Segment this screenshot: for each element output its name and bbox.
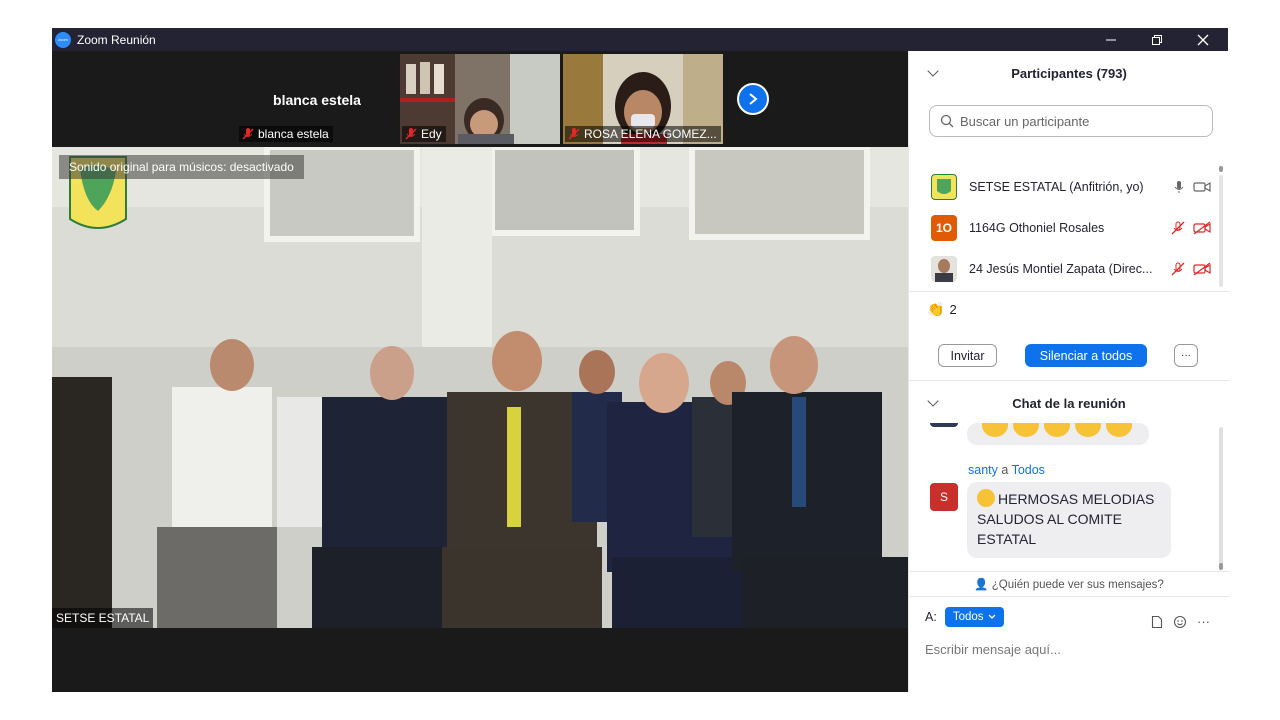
participant-avatar bbox=[931, 256, 957, 282]
participant-avatar bbox=[931, 174, 957, 200]
kissing-emoji-icon bbox=[977, 489, 995, 507]
next-page-button[interactable] bbox=[737, 83, 769, 115]
chat-message-input[interactable]: Escribir mensaje aquí... bbox=[925, 642, 1061, 657]
original-sound-banner: Sonido original para músicos: desactivad… bbox=[59, 155, 304, 179]
invite-button[interactable]: Invitar bbox=[938, 344, 997, 367]
minimize-icon bbox=[1106, 39, 1116, 40]
zoom-window: zoom Zoom Reunión blanca estela blanca e… bbox=[52, 28, 1229, 692]
chevron-down-icon bbox=[988, 614, 995, 619]
speaker-name-label: SETSE ESTATAL bbox=[52, 608, 154, 628]
participant-name: 1164G Othoniel Rosales bbox=[969, 221, 1105, 235]
minimize-button[interactable] bbox=[1088, 28, 1134, 51]
video-area: blanca estela blanca estela Edy ROSA ELE… bbox=[52, 51, 908, 692]
participant-avatar: 1O bbox=[931, 215, 957, 241]
participant-row[interactable]: 1O 1164G Othoniel Rosales bbox=[909, 208, 1221, 248]
participants-scrollbar[interactable] bbox=[1219, 175, 1223, 287]
video-camera-icon[interactable] bbox=[1193, 181, 1211, 193]
title-bar: zoom Zoom Reunión bbox=[52, 28, 1228, 51]
chat-message-bubble bbox=[967, 423, 1149, 445]
video-tile-edy[interactable]: Edy bbox=[400, 54, 560, 144]
participant-photo bbox=[935, 259, 953, 282]
restore-button[interactable] bbox=[1134, 28, 1180, 51]
participant-row[interactable]: SETSE ESTATAL (Anfitrión, yo) bbox=[909, 167, 1221, 207]
speaker-video-feed bbox=[52, 147, 908, 628]
participant-name: 24 Jesús Montiel Zapata (Direc... bbox=[969, 262, 1153, 276]
scrollbar-thumb[interactable] bbox=[1219, 166, 1223, 172]
search-icon bbox=[940, 114, 954, 128]
window-title: Zoom Reunión bbox=[77, 32, 156, 47]
tile-name-label: blanca estela bbox=[239, 126, 333, 142]
sender-avatar: S bbox=[930, 483, 958, 511]
side-panel: Participantes (793) Buscar un participan… bbox=[908, 51, 1229, 692]
mic-muted-icon[interactable] bbox=[1171, 221, 1185, 235]
message-visibility-link[interactable]: 👤 ¿Quién puede ver sus mensajes? bbox=[909, 577, 1229, 591]
restore-icon bbox=[1152, 34, 1162, 45]
recipient-row: A: Todos bbox=[925, 607, 1004, 627]
participant-row[interactable]: 24 Jesús Montiel Zapata (Direc... bbox=[909, 249, 1221, 289]
chat-message-bubble: HERMOSAS MELODIAS SALUDOS AL COMITE ESTA… bbox=[967, 482, 1171, 558]
clapping-hands-icon: 👏 bbox=[927, 301, 945, 317]
person-info-icon: 👤 bbox=[974, 579, 989, 591]
video-off-icon[interactable] bbox=[1193, 262, 1211, 276]
video-off-icon[interactable] bbox=[1193, 221, 1211, 235]
mic-icon[interactable] bbox=[1173, 180, 1185, 194]
chat-scrollbar[interactable] bbox=[1219, 427, 1223, 565]
participants-header[interactable]: Participantes (793) bbox=[909, 53, 1229, 93]
video-tile-rosa[interactable]: ROSA ELENA GOMEZ... bbox=[563, 54, 723, 144]
participant-name: SETSE ESTATAL (Anfitrión, yo) bbox=[969, 180, 1144, 194]
video-tile-blanca[interactable]: blanca estela blanca estela bbox=[237, 54, 397, 144]
mute-all-button[interactable]: Silenciar a todos bbox=[1025, 344, 1147, 367]
mic-muted-icon bbox=[405, 128, 417, 140]
tile-display-name: blanca estela bbox=[273, 92, 361, 108]
chat-header[interactable]: Chat de la reunión bbox=[909, 383, 1229, 423]
emoji-icon[interactable] bbox=[1173, 615, 1187, 629]
tile-name-label: Edy bbox=[402, 126, 446, 142]
chevron-down-icon[interactable] bbox=[927, 395, 939, 407]
main-speaker-video[interactable]: Sonido original para músicos: desactivad… bbox=[52, 147, 908, 628]
recipient-dropdown[interactable]: Todos bbox=[944, 607, 1004, 627]
chat-message-text: HERMOSAS MELODIAS SALUDOS AL COMITE ESTA… bbox=[977, 491, 1155, 547]
scrollbar-thumb[interactable] bbox=[1219, 563, 1223, 570]
close-button[interactable] bbox=[1180, 28, 1226, 51]
participant-search-input[interactable]: Buscar un participante bbox=[929, 105, 1213, 137]
tile-name-label: ROSA ELENA GOMEZ... bbox=[565, 126, 721, 142]
mic-muted-icon[interactable] bbox=[1171, 262, 1185, 276]
mic-muted-icon bbox=[242, 128, 254, 140]
more-icon[interactable]: ··· bbox=[1197, 614, 1210, 629]
chevron-right-icon bbox=[749, 93, 758, 105]
mic-muted-icon bbox=[568, 128, 580, 140]
close-icon bbox=[1197, 34, 1209, 45]
chevron-down-icon[interactable] bbox=[927, 65, 939, 77]
setse-logo-icon bbox=[937, 179, 951, 194]
sender-avatar bbox=[930, 423, 958, 427]
clapping-emoji-row bbox=[982, 423, 1132, 437]
reaction-indicator: 👏 2 bbox=[927, 301, 957, 317]
zoom-app-icon: zoom bbox=[55, 31, 71, 48]
more-options-button[interactable]: ··· bbox=[1174, 344, 1198, 367]
chat-sender-line: santy a Todos bbox=[968, 463, 1045, 477]
file-icon[interactable] bbox=[1151, 615, 1163, 629]
